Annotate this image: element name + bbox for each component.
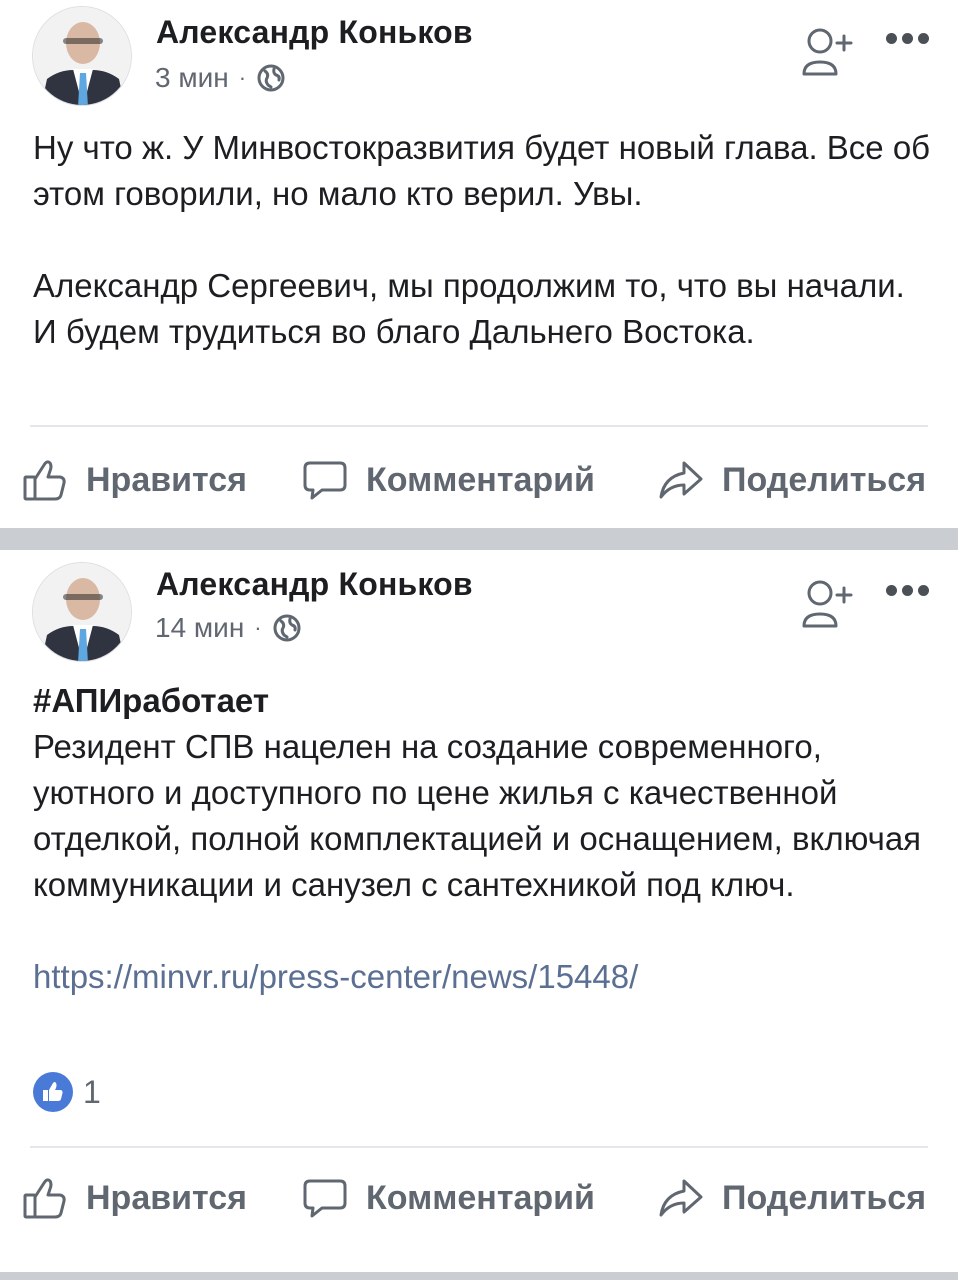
feed-separator: [0, 1272, 958, 1280]
post-2: Александр Коньков 14 мин · #АПИработает …: [0, 550, 958, 1272]
thumbs-up-icon: [23, 1178, 66, 1219]
globe-icon: [257, 64, 285, 92]
post-text: Ну что ж. У Минвостокразвития будет новы…: [33, 125, 933, 355]
comment-bubble-icon: [303, 461, 347, 500]
share-button[interactable]: Поделиться: [658, 445, 926, 515]
feed-separator: [0, 528, 958, 550]
more-dots-icon[interactable]: [886, 582, 934, 598]
post-meta: 3 мин ·: [155, 62, 286, 94]
more-dots-icon[interactable]: [886, 30, 934, 46]
comment-bubble-icon: [303, 1179, 347, 1218]
like-label: Нравится: [86, 460, 247, 499]
share-arrow-icon: [659, 1179, 703, 1217]
post-paragraph: Ну что ж. У Минвостокразвития будет новы…: [33, 129, 931, 212]
comment-button[interactable]: Комментарий: [302, 445, 595, 515]
share-arrow-icon: [659, 461, 703, 499]
reaction-count: 1: [83, 1073, 101, 1110]
like-button[interactable]: Нравится: [22, 445, 247, 515]
author-name[interactable]: Александр Коньков: [156, 566, 473, 603]
hashtag-link[interactable]: #АПИработает: [33, 678, 933, 724]
post-text: #АПИработает Резидент СПВ нацелен на соз…: [33, 678, 933, 1000]
post-actions: Нравится Комментарий Поделиться: [0, 445, 958, 515]
author-avatar[interactable]: [32, 562, 132, 662]
comment-button[interactable]: Комментарий: [302, 1163, 595, 1233]
post-time[interactable]: 14 мин: [155, 612, 244, 644]
divider: [30, 425, 928, 427]
post-paragraph: Александр Сергеевич, мы продолжим то, чт…: [33, 267, 905, 350]
meta-separator: ·: [238, 65, 247, 90]
post-meta: 14 мин ·: [155, 612, 302, 644]
post-time[interactable]: 3 мин: [155, 62, 229, 94]
reaction-summary[interactable]: 1: [33, 1072, 101, 1112]
thumbs-up-icon: [23, 460, 66, 501]
article-link[interactable]: https://minvr.ru/press-center/news/15448…: [33, 954, 933, 1000]
add-friend-icon[interactable]: [800, 576, 856, 632]
post-paragraph: Резидент СПВ нацелен на создание совреме…: [33, 728, 922, 903]
share-button[interactable]: Поделиться: [658, 1163, 926, 1233]
author-name[interactable]: Александр Коньков: [156, 14, 473, 51]
like-label: Нравится: [86, 1178, 247, 1217]
comment-label: Комментарий: [366, 460, 595, 499]
author-avatar[interactable]: [32, 6, 132, 106]
like-reaction-icon: [33, 1072, 73, 1112]
share-label: Поделиться: [722, 1178, 927, 1217]
add-friend-icon[interactable]: [800, 24, 856, 80]
post-1: Александр Коньков 3 мин · Ну что ж. У Ми…: [0, 0, 958, 528]
divider: [30, 1146, 928, 1148]
share-label: Поделиться: [722, 460, 927, 499]
like-button[interactable]: Нравится: [22, 1163, 247, 1233]
comment-label: Комментарий: [366, 1178, 595, 1217]
globe-icon: [273, 614, 301, 642]
meta-separator: ·: [254, 615, 262, 640]
post-actions: Нравится Комментарий Поделиться: [0, 1163, 958, 1233]
